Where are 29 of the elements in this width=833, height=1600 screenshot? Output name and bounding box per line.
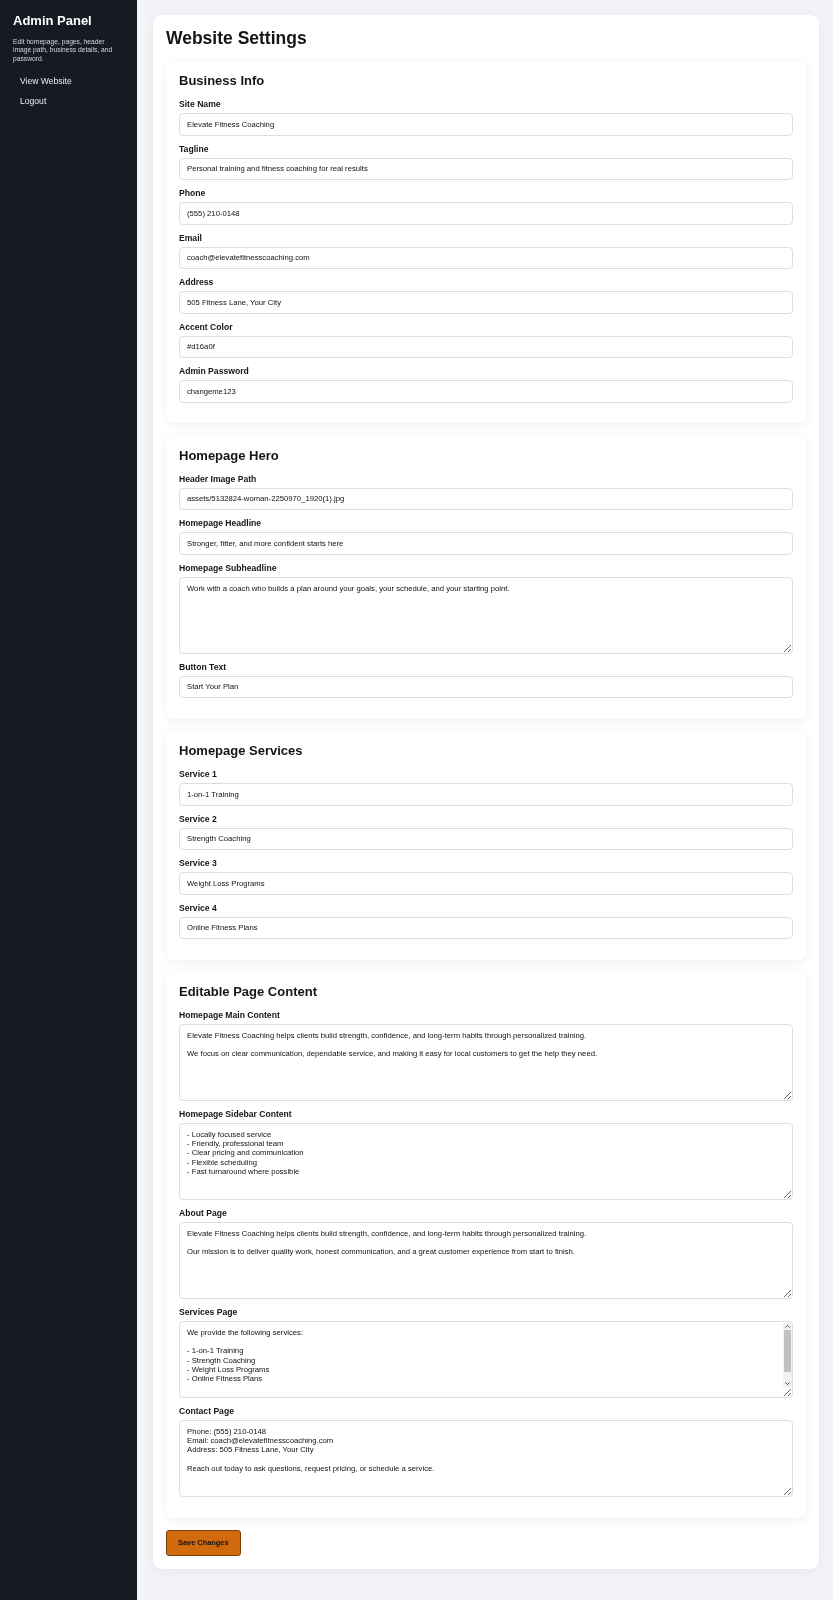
field-label: Services Page: [179, 1306, 238, 1318]
sidebar-title: Admin Panel: [13, 13, 93, 29]
field-label: Site Name: [179, 98, 221, 110]
field-label: Contact Page: [179, 1405, 234, 1417]
field-label: Header Image Path: [179, 472, 257, 485]
section-heading: Editable Page Content: [179, 984, 318, 1000]
field-label: Service 4: [179, 901, 217, 914]
sidebar-link[interactable]: Logout: [13, 92, 54, 112]
field-label: Homepage Subheadline: [179, 561, 277, 574]
field-label: Homepage Main Content: [179, 1009, 280, 1021]
field-label: Tagline: [179, 142, 209, 155]
field-label: Phone: [179, 187, 206, 199]
section-heading: Homepage Services: [179, 743, 304, 759]
field-label: Address: [179, 276, 214, 288]
field-label: Homepage Sidebar Content: [179, 1108, 292, 1120]
field-label: Accent Color: [179, 320, 233, 333]
field-label: Service 3: [179, 857, 217, 869]
section-heading: Business Info: [179, 73, 266, 89]
field-label: Admin Password: [179, 365, 249, 377]
section-heading: Homepage Hero: [179, 447, 280, 464]
field-label: Email: [179, 231, 202, 244]
field-label: Service 1: [179, 768, 217, 780]
field-label: About Page: [179, 1207, 227, 1219]
scrollbar[interactable]: [783, 1323, 792, 1387]
field-label: Service 2: [179, 812, 217, 825]
page-title: Website Settings: [166, 28, 308, 48]
field-label: Homepage Headline: [179, 517, 262, 529]
field-label: Button Text: [179, 660, 227, 673]
sidebar-link[interactable]: View Website: [13, 71, 79, 91]
